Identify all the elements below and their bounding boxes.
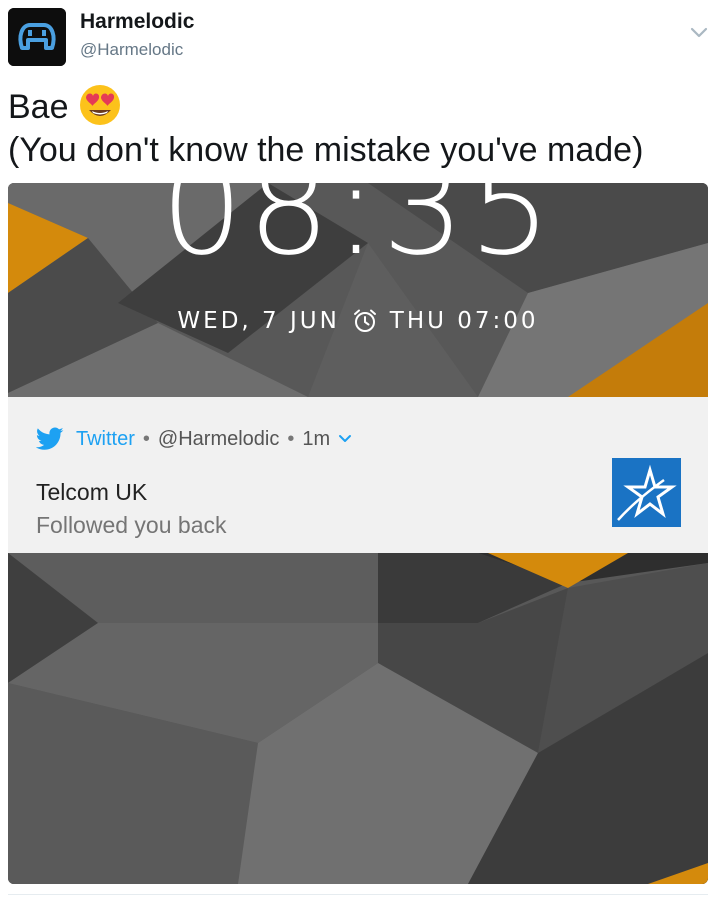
lockscreen-alarm-time: THU 07:00: [389, 308, 539, 334]
notification-age: 1m: [302, 427, 331, 450]
expand-chevron-icon[interactable]: [338, 434, 352, 444]
tweet-text-line2: (You don't know the mistake you've made): [8, 131, 644, 169]
tweet-text-line1: Bae: [8, 88, 69, 126]
lockscreen-date-row: WED, 7 JUN THU 07:00: [8, 308, 708, 334]
heart-eyes-emoji-icon: [79, 84, 121, 126]
notification-app-name: Twitter: [76, 427, 135, 450]
notification-header: Twitter • @Harmelodic • 1m: [36, 427, 352, 451]
harmelodic-logo-icon: [8, 8, 66, 66]
twitter-bird-icon: [36, 427, 64, 451]
chevron-down-icon[interactable]: [690, 27, 708, 39]
divider: [8, 894, 708, 895]
user-handle[interactable]: @Harmelodic: [80, 40, 183, 60]
tweet-media-image[interactable]: 08:35 WED, 7 JUN THU 07:00 Twitter • @Ha…: [8, 183, 708, 884]
avatar[interactable]: [8, 8, 66, 66]
notification-body: Followed you back: [36, 512, 227, 538]
lockscreen-date: WED, 7 JUN: [177, 308, 340, 334]
telcom-star-logo-icon: [612, 458, 681, 527]
alarm-clock-icon: [352, 308, 378, 334]
tweet-text: Bae (You don't know the mistake you've m…: [8, 84, 644, 172]
notification-card[interactable]: Twitter • @Harmelodic • 1m Telcom UK Fol…: [8, 397, 708, 553]
separator-dot: •: [287, 427, 295, 450]
lockscreen-clock: 08:35: [160, 183, 556, 284]
display-name[interactable]: Harmelodic: [80, 10, 194, 34]
notification-title: Telcom UK: [36, 479, 148, 505]
separator-dot: •: [142, 427, 150, 450]
notification-account: @Harmelodic: [157, 427, 280, 450]
